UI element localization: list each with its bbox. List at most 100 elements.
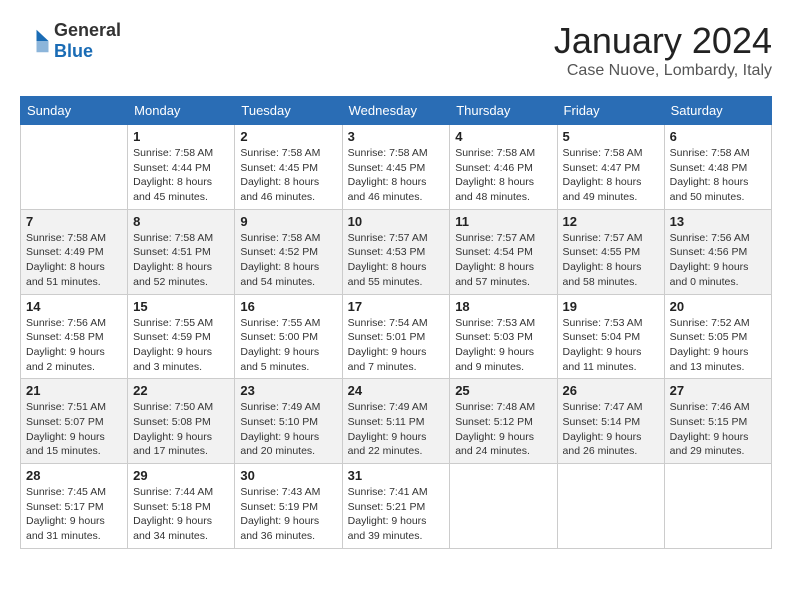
calendar-cell: 25Sunrise: 7:48 AM Sunset: 5:12 PM Dayli… (450, 379, 557, 464)
page-header: General Blue January 2024 Case Nuove, Lo… (20, 20, 772, 80)
calendar-cell: 11 Sunrise: 7:57 AM Sunset: 4:54 PM Dayli… (450, 209, 557, 294)
day-info: Sunrise: 7:44 AM Sunset: 5:18 PM Dayligh… (133, 485, 229, 544)
day-info: Sunrise: 7:56 AM Sunset: 4:58 PM Dayligh… (26, 316, 122, 375)
calendar-cell: 29 Sunrise: 7:44 AM Sunset: 5:18 PM Dayli… (128, 464, 235, 549)
calendar-week-row: 21 Sunrise: 7:51 AM Sunset: 5:07 PM Dayli… (21, 379, 772, 464)
day-number: 24 (348, 383, 445, 398)
calendar-cell (450, 464, 557, 549)
day-number: 20 (670, 299, 766, 314)
calendar-cell: 21 Sunrise: 7:51 AM Sunset: 5:07 PM Dayli… (21, 379, 128, 464)
day-info: Sunrise: 7:49 AM Sunset: 5:11 PM Dayligh… (348, 400, 445, 459)
day-info: Sunrise: 7:53 AM Sunset: 5:04 PM Dayligh… (563, 316, 659, 375)
day-number: 17 (348, 299, 445, 314)
day-info: Sunrise: 7:47 AM Sunset: 5:14 PM Dayligh… (563, 400, 659, 459)
calendar-cell: 16Sunrise: 7:55 AM Sunset: 5:00 PM Dayli… (235, 294, 342, 379)
logo-blue: Blue (54, 41, 93, 61)
calendar-cell: 24 Sunrise: 7:49 AM Sunset: 5:11 PM Dayli… (342, 379, 450, 464)
day-number: 12 (563, 214, 659, 229)
day-number: 2 (240, 129, 336, 144)
day-number: 9 (240, 214, 336, 229)
day-info: Sunrise: 7:51 AM Sunset: 5:07 PM Dayligh… (26, 400, 122, 459)
day-info: Sunrise: 7:48 AM Sunset: 5:12 PM Dayligh… (455, 400, 551, 459)
calendar-cell: 8 Sunrise: 7:58 AM Sunset: 4:51 PM Daylig… (128, 209, 235, 294)
calendar-cell: 5 Sunrise: 7:58 AM Sunset: 4:47 PM Daylig… (557, 125, 664, 210)
calendar-cell: 27 Sunrise: 7:46 AM Sunset: 5:15 PM Dayli… (664, 379, 771, 464)
calendar-cell: 31Sunrise: 7:41 AM Sunset: 5:21 PM Dayli… (342, 464, 450, 549)
day-info: Sunrise: 7:49 AM Sunset: 5:10 PM Dayligh… (240, 400, 336, 459)
day-number: 15 (133, 299, 229, 314)
calendar-cell: 28 Sunrise: 7:45 AM Sunset: 5:17 PM Dayli… (21, 464, 128, 549)
day-number: 13 (670, 214, 766, 229)
weekday-header: Monday (128, 97, 235, 125)
calendar-cell (21, 125, 128, 210)
day-number: 14 (26, 299, 122, 314)
day-number: 26 (563, 383, 659, 398)
calendar-cell: 17Sunrise: 7:54 AM Sunset: 5:01 PM Dayli… (342, 294, 450, 379)
calendar-cell: 22 Sunrise: 7:50 AM Sunset: 5:08 PM Dayli… (128, 379, 235, 464)
day-info: Sunrise: 7:45 AM Sunset: 5:17 PM Dayligh… (26, 485, 122, 544)
logo-general: General (54, 20, 121, 40)
day-info: Sunrise: 7:58 AM Sunset: 4:44 PM Dayligh… (133, 146, 229, 205)
day-number: 3 (348, 129, 445, 144)
day-number: 6 (670, 129, 766, 144)
day-info: Sunrise: 7:52 AM Sunset: 5:05 PM Dayligh… (670, 316, 766, 375)
weekday-header: Wednesday (342, 97, 450, 125)
calendar-week-row: 14 Sunrise: 7:56 AM Sunset: 4:58 PM Dayli… (21, 294, 772, 379)
day-info: Sunrise: 7:58 AM Sunset: 4:45 PM Dayligh… (240, 146, 336, 205)
day-info: Sunrise: 7:55 AM Sunset: 4:59 PM Dayligh… (133, 316, 229, 375)
calendar-week-row: 1 Sunrise: 7:58 AM Sunset: 4:44 PM Daylig… (21, 125, 772, 210)
day-number: 21 (26, 383, 122, 398)
day-number: 23 (240, 383, 336, 398)
calendar-cell: 6Sunrise: 7:58 AM Sunset: 4:48 PM Daylig… (664, 125, 771, 210)
weekday-header: Thursday (450, 97, 557, 125)
weekday-header: Saturday (664, 97, 771, 125)
day-info: Sunrise: 7:55 AM Sunset: 5:00 PM Dayligh… (240, 316, 336, 375)
day-info: Sunrise: 7:58 AM Sunset: 4:46 PM Dayligh… (455, 146, 551, 205)
day-number: 10 (348, 214, 445, 229)
logo: General Blue (20, 20, 121, 62)
calendar-cell: 14 Sunrise: 7:56 AM Sunset: 4:58 PM Dayli… (21, 294, 128, 379)
day-number: 22 (133, 383, 229, 398)
day-number: 1 (133, 129, 229, 144)
day-info: Sunrise: 7:50 AM Sunset: 5:08 PM Dayligh… (133, 400, 229, 459)
title-area: January 2024 Case Nuove, Lombardy, Italy (554, 20, 772, 80)
day-info: Sunrise: 7:46 AM Sunset: 5:15 PM Dayligh… (670, 400, 766, 459)
weekday-header: Friday (557, 97, 664, 125)
day-number: 5 (563, 129, 659, 144)
day-info: Sunrise: 7:41 AM Sunset: 5:21 PM Dayligh… (348, 485, 445, 544)
calendar-week-row: 7Sunrise: 7:58 AM Sunset: 4:49 PM Daylig… (21, 209, 772, 294)
day-number: 28 (26, 468, 122, 483)
calendar-table: SundayMondayTuesdayWednesdayThursdayFrid… (20, 96, 772, 549)
calendar-cell: 20 Sunrise: 7:52 AM Sunset: 5:05 PM Dayli… (664, 294, 771, 379)
day-info: Sunrise: 7:58 AM Sunset: 4:47 PM Dayligh… (563, 146, 659, 205)
location-title: Case Nuove, Lombardy, Italy (554, 62, 772, 80)
day-number: 11 (455, 214, 551, 229)
calendar-cell: 23 Sunrise: 7:49 AM Sunset: 5:10 PM Dayli… (235, 379, 342, 464)
calendar-cell: 15 Sunrise: 7:55 AM Sunset: 4:59 PM Dayli… (128, 294, 235, 379)
day-number: 29 (133, 468, 229, 483)
day-info: Sunrise: 7:58 AM Sunset: 4:49 PM Dayligh… (26, 231, 122, 290)
day-info: Sunrise: 7:58 AM Sunset: 4:51 PM Dayligh… (133, 231, 229, 290)
calendar-cell: 26 Sunrise: 7:47 AM Sunset: 5:14 PM Dayli… (557, 379, 664, 464)
calendar-cell: 9 Sunrise: 7:58 AM Sunset: 4:52 PM Daylig… (235, 209, 342, 294)
calendar-cell: 10 Sunrise: 7:57 AM Sunset: 4:53 PM Dayli… (342, 209, 450, 294)
day-info: Sunrise: 7:57 AM Sunset: 4:55 PM Dayligh… (563, 231, 659, 290)
day-info: Sunrise: 7:57 AM Sunset: 4:53 PM Dayligh… (348, 231, 445, 290)
day-number: 30 (240, 468, 336, 483)
day-info: Sunrise: 7:58 AM Sunset: 4:52 PM Dayligh… (240, 231, 336, 290)
calendar-cell: 12 Sunrise: 7:57 AM Sunset: 4:55 PM Dayli… (557, 209, 664, 294)
calendar-cell: 2 Sunrise: 7:58 AM Sunset: 4:45 PM Daylig… (235, 125, 342, 210)
calendar-week-row: 28 Sunrise: 7:45 AM Sunset: 5:17 PM Dayli… (21, 464, 772, 549)
calendar-cell (557, 464, 664, 549)
calendar-cell (664, 464, 771, 549)
month-title: January 2024 (554, 20, 772, 62)
calendar-cell: 18Sunrise: 7:53 AM Sunset: 5:03 PM Dayli… (450, 294, 557, 379)
calendar-cell: 13Sunrise: 7:56 AM Sunset: 4:56 PM Dayli… (664, 209, 771, 294)
day-number: 8 (133, 214, 229, 229)
day-number: 18 (455, 299, 551, 314)
calendar-cell: 3Sunrise: 7:58 AM Sunset: 4:45 PM Daylig… (342, 125, 450, 210)
weekday-header: Sunday (21, 97, 128, 125)
day-number: 27 (670, 383, 766, 398)
calendar-cell: 4Sunrise: 7:58 AM Sunset: 4:46 PM Daylig… (450, 125, 557, 210)
day-info: Sunrise: 7:57 AM Sunset: 4:54 PM Dayligh… (455, 231, 551, 290)
